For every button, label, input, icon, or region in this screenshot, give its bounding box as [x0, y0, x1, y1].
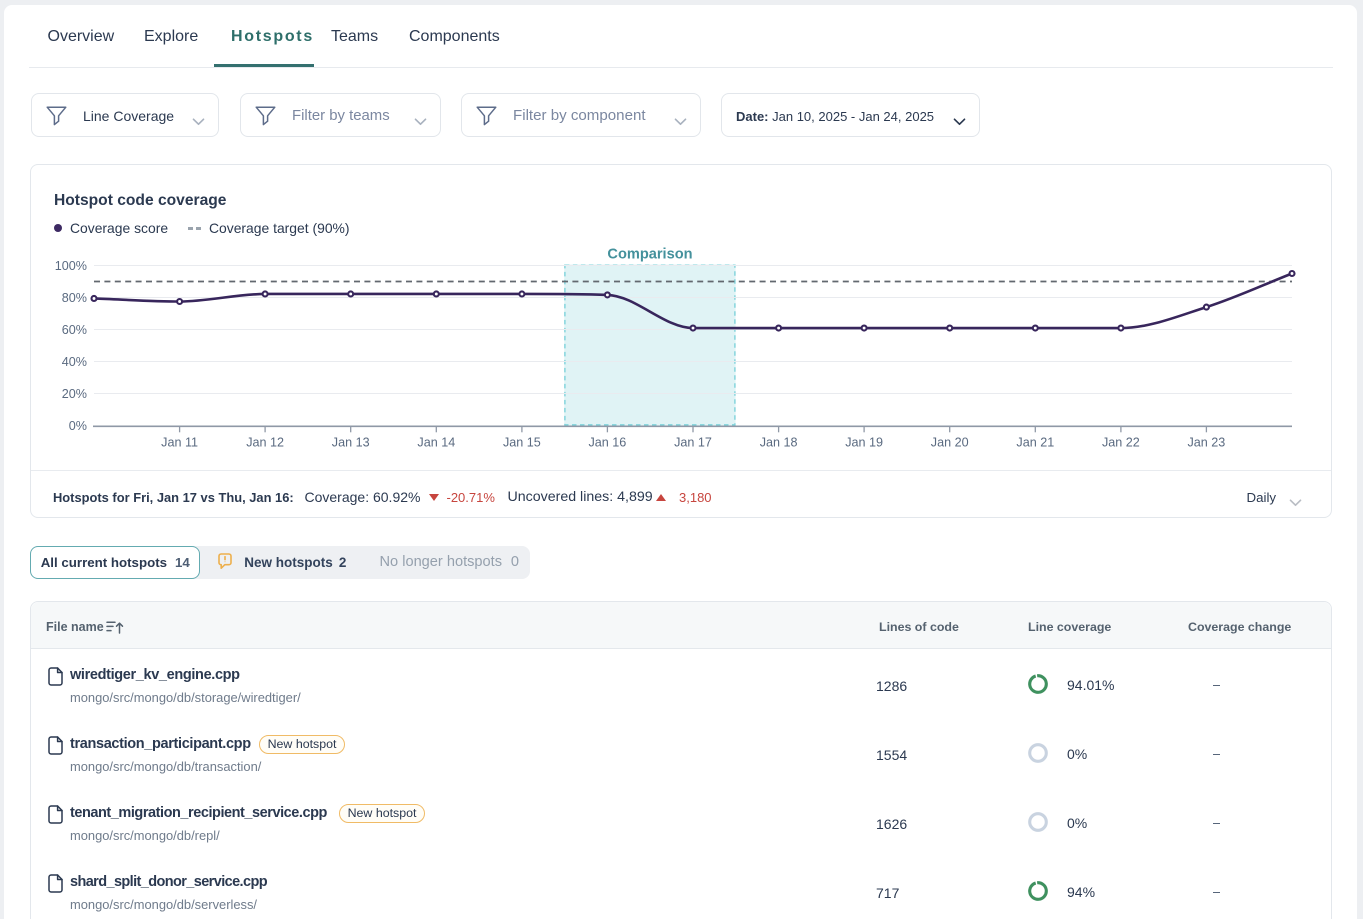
svg-text:Jan 11: Jan 11	[161, 436, 198, 450]
svg-text:80%: 80%	[62, 291, 87, 305]
svg-text:Jan 18: Jan 18	[760, 436, 798, 450]
svg-text:Comparison: Comparison	[607, 246, 692, 262]
svg-text:100%: 100%	[55, 259, 87, 273]
svg-text:Jan 17: Jan 17	[674, 436, 712, 450]
svg-text:Jan 21: Jan 21	[1016, 436, 1054, 450]
svg-text:Jan 23: Jan 23	[1187, 436, 1225, 450]
svg-text:60%: 60%	[62, 323, 87, 337]
svg-text:0%: 0%	[69, 419, 87, 433]
svg-text:Jan 12: Jan 12	[246, 436, 284, 450]
svg-text:40%: 40%	[62, 355, 87, 369]
svg-text:20%: 20%	[62, 387, 87, 401]
svg-text:Jan 14: Jan 14	[417, 436, 455, 450]
svg-text:Jan 22: Jan 22	[1102, 436, 1140, 450]
svg-text:Jan 19: Jan 19	[845, 436, 883, 450]
svg-text:Jan 15: Jan 15	[503, 436, 541, 450]
svg-text:Jan 16: Jan 16	[588, 436, 626, 450]
svg-text:Jan 13: Jan 13	[332, 436, 370, 450]
svg-text:Jan 20: Jan 20	[931, 436, 969, 450]
